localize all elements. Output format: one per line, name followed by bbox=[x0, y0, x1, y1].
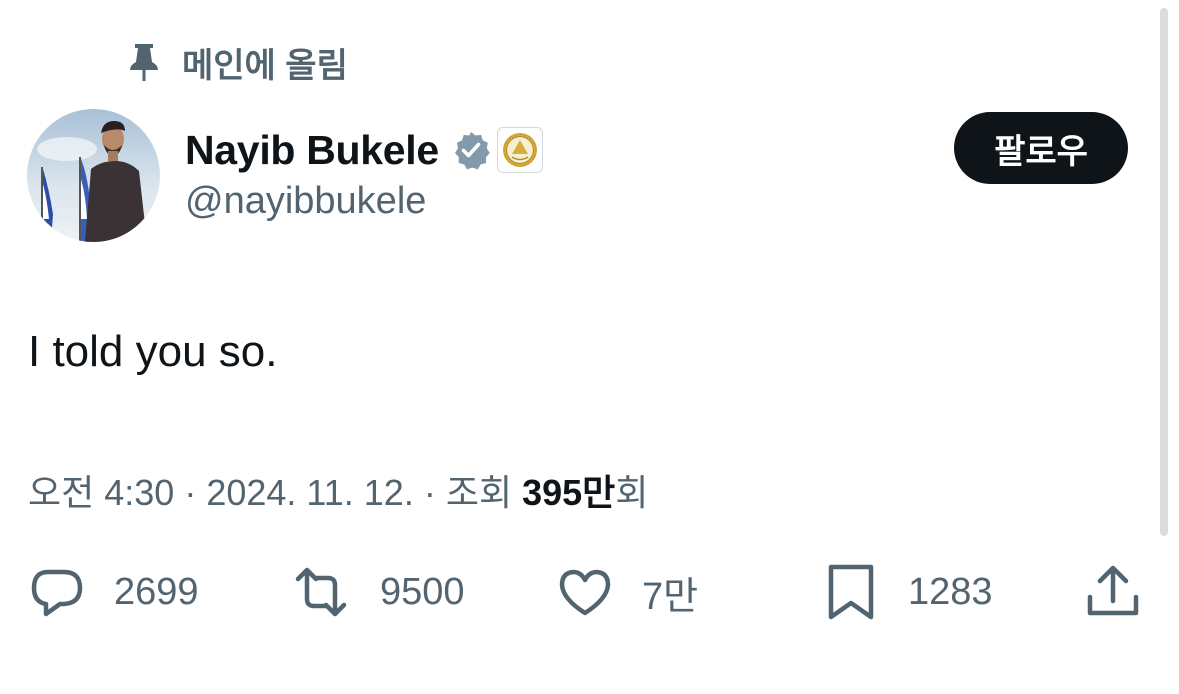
share-icon bbox=[1084, 563, 1142, 621]
views-count[interactable]: 395만 bbox=[522, 464, 615, 516]
repost-count: 9500 bbox=[380, 570, 465, 613]
reply-count: 2699 bbox=[114, 570, 199, 613]
author-name[interactable]: Nayib Bukele bbox=[185, 127, 439, 174]
follow-button[interactable]: 팔로우 bbox=[954, 112, 1128, 184]
bookmark-icon bbox=[822, 563, 880, 621]
tweet-text: I told you so. bbox=[28, 327, 278, 376]
share-button[interactable] bbox=[1084, 560, 1142, 624]
pinned-label: 메인에 올림 bbox=[182, 46, 348, 85]
tweet-metadata: 오전 4:30 · 2024. 11. 12. · 조회 395만 회 bbox=[28, 464, 648, 516]
reply-button[interactable]: 2699 bbox=[28, 560, 199, 624]
bookmark-count: 1283 bbox=[908, 570, 993, 613]
el-salvador-seal-icon[interactable] bbox=[496, 127, 543, 173]
repost-icon bbox=[290, 563, 352, 621]
author-row: Nayib Bukele bbox=[185, 122, 543, 178]
scrollbar[interactable] bbox=[1160, 8, 1168, 536]
views-label: 조회 bbox=[445, 472, 523, 513]
author-handle[interactable]: @nayibbukele bbox=[185, 180, 426, 223]
avatar[interactable] bbox=[27, 109, 160, 242]
tweet-date[interactable]: 2024. 11. 12. bbox=[206, 472, 414, 514]
repost-button[interactable]: 9500 bbox=[290, 560, 465, 624]
bookmark-button[interactable]: 1283 bbox=[822, 560, 993, 624]
reply-icon bbox=[28, 563, 86, 621]
verified-badge-icon[interactable] bbox=[439, 130, 491, 170]
heart-icon bbox=[556, 563, 614, 621]
like-count: 7만 bbox=[642, 575, 699, 618]
meta-separator: · bbox=[413, 472, 446, 513]
views-suffix: 회 bbox=[615, 472, 649, 513]
pinned-indicator: 메인에 올림 bbox=[126, 40, 348, 85]
pin-icon bbox=[126, 42, 162, 82]
action-bar: 2699 9500 7만 1283 bbox=[0, 560, 1179, 624]
meta-separator: · bbox=[174, 472, 207, 513]
tweet-time[interactable]: 오전 4:30 bbox=[28, 464, 174, 516]
like-button[interactable]: 7만 bbox=[556, 560, 698, 624]
